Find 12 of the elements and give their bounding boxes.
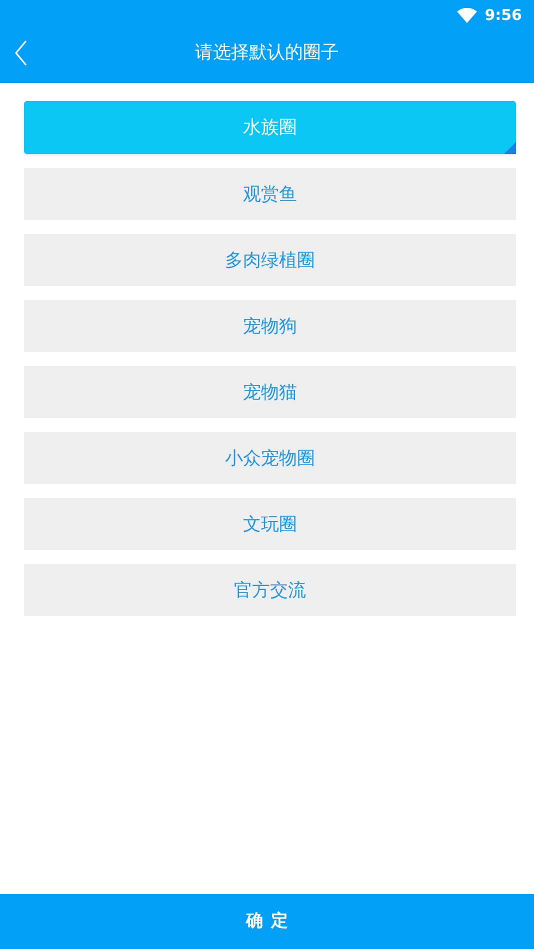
confirm-button[interactable]: 确定	[0, 894, 534, 949]
circle-option[interactable]: 官方交流	[24, 564, 516, 616]
circle-option[interactable]: 宠物狗	[24, 300, 516, 352]
circle-option[interactable]: 小众宠物圈	[24, 432, 516, 484]
status-time: 9:56	[484, 4, 522, 26]
circle-option[interactable]: 文玩圈	[24, 498, 516, 550]
circle-option[interactable]: 水族圈	[24, 101, 516, 154]
circle-option[interactable]: 宠物猫	[24, 366, 516, 418]
wifi-icon	[456, 8, 477, 22]
page-title: 请选择默认的圈子	[195, 41, 339, 65]
circle-option[interactable]: 观赏鱼	[24, 168, 516, 220]
circle-option[interactable]: 多肉绿植圈	[24, 234, 516, 286]
